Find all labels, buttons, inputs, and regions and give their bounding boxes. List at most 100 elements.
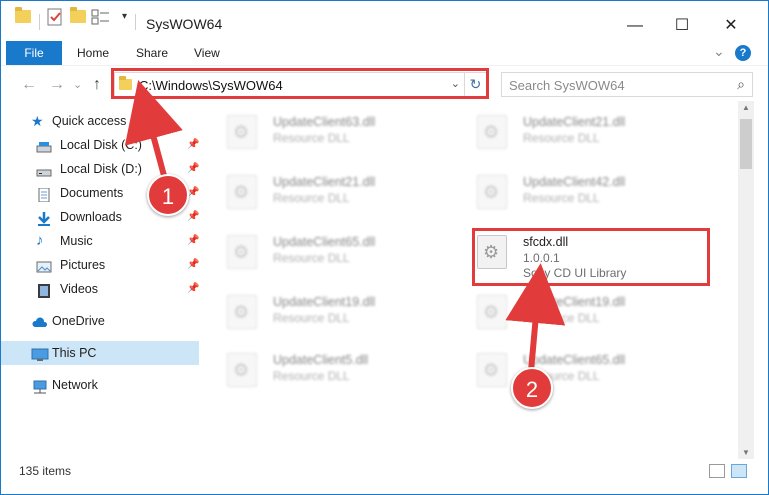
file-name: UpdateClient21.dll	[273, 175, 376, 189]
nav-label: Local Disk (D:)	[60, 162, 142, 176]
nav-quick-access[interactable]: ★ Quick access	[1, 109, 199, 133]
file-item[interactable]: UpdateClient5.dll Resource DLL	[211, 345, 451, 403]
customize-toolbar-icon[interactable]: ▾	[122, 11, 127, 22]
file-item[interactable]: UpdateClient65.dll Resource DLL	[461, 345, 701, 403]
recent-locations-button[interactable]: ⌄	[73, 78, 82, 91]
step-marker-1: 1	[147, 174, 189, 216]
dll-file-icon	[227, 295, 257, 329]
back-button[interactable]: ←	[21, 76, 37, 94]
large-icons-view-icon[interactable]	[731, 464, 747, 478]
help-icon[interactable]: ?	[735, 45, 751, 61]
vertical-scrollbar[interactable]: ▲ ▼	[738, 101, 754, 459]
dll-file-icon	[227, 175, 257, 209]
expand-ribbon-icon[interactable]: ⌄	[713, 43, 725, 60]
search-placeholder: Search SysWOW64	[509, 78, 625, 93]
view-options-icon[interactable]	[91, 9, 111, 25]
tab-view[interactable]: View	[182, 41, 232, 65]
dll-file-icon	[477, 175, 507, 209]
search-input[interactable]: Search SysWOW64 ⌕	[501, 72, 753, 97]
nav-item-videos[interactable]: Videos 📌	[1, 277, 199, 301]
dll-file-icon	[227, 235, 257, 269]
file-item[interactable]: UpdateClient21.dll Resource DLL	[461, 107, 701, 165]
nav-onedrive[interactable]: OneDrive	[1, 309, 199, 333]
file-type: Resource DLL	[523, 191, 600, 205]
nav-label: Pictures	[60, 258, 106, 272]
nav-label: Network	[52, 378, 98, 392]
nav-item-local-disk-c[interactable]: Local Disk (C:) 📌	[1, 133, 199, 157]
item-count: 135 items	[19, 464, 72, 478]
tab-share[interactable]: Share	[124, 41, 180, 65]
search-icon[interactable]: ⌕	[737, 76, 745, 93]
nav-label: OneDrive	[52, 314, 105, 328]
cloud-icon	[31, 314, 48, 328]
downloads-icon	[36, 210, 52, 226]
nav-label: Downloads	[60, 210, 122, 224]
file-item[interactable]: UpdateClient19.dll Resource DLL	[461, 287, 701, 345]
pin-icon[interactable]: 📌	[187, 205, 199, 229]
nav-label: This PC	[52, 346, 97, 360]
explorer-window: ▾ SysWOW64 — ☐ ✕ File Home Share View ⌄ …	[0, 0, 769, 495]
up-button[interactable]: ↑	[93, 76, 101, 94]
file-name: UpdateClient5.dll	[273, 353, 369, 367]
status-bar: 135 items	[1, 461, 768, 481]
file-item[interactable]: UpdateClient19.dll Resource DLL	[211, 287, 451, 345]
window-title: SysWOW64	[146, 16, 223, 32]
file-item[interactable]: UpdateClient21.dll Resource DLL	[211, 167, 451, 225]
nav-label: Documents	[60, 186, 124, 200]
scroll-down-icon[interactable]: ▼	[738, 448, 754, 457]
file-name: UpdateClient19.dll	[273, 295, 376, 309]
nav-item-music[interactable]: ♪ Music 📌	[1, 229, 199, 253]
file-name: UpdateClient42.dll	[523, 175, 626, 189]
scrollbar-thumb[interactable]	[740, 119, 752, 169]
ribbon-tabs: File Home Share View ⌄ ?	[1, 41, 768, 99]
pictures-icon	[36, 258, 52, 273]
folder-icon	[15, 7, 31, 23]
file-name: UpdateClient63.dll	[273, 115, 376, 129]
documents-icon	[36, 186, 52, 203]
file-type: Resource DLL	[273, 191, 350, 205]
dll-file-icon	[477, 353, 507, 387]
pin-icon[interactable]: 📌	[187, 133, 199, 157]
star-icon: ★	[31, 113, 44, 129]
nav-label: Videos	[60, 282, 98, 296]
close-button[interactable]: ✕	[708, 11, 754, 41]
forward-button[interactable]: →	[49, 76, 65, 94]
pin-icon[interactable]: 📌	[187, 277, 199, 301]
file-type: Resource DLL	[273, 131, 350, 145]
pin-icon[interactable]: 📌	[187, 157, 199, 181]
file-name: UpdateClient21.dll	[523, 115, 626, 129]
title-bar: ▾ SysWOW64 — ☐ ✕	[1, 1, 768, 41]
nav-this-pc[interactable]: This PC	[1, 341, 199, 365]
navigation-pane: ★ Quick access Local Disk (C:) 📌 Local D…	[1, 101, 201, 461]
file-item[interactable]: UpdateClient42.dll Resource DLL	[461, 167, 701, 225]
details-view-icon[interactable]	[709, 464, 725, 478]
drive-icon	[36, 138, 52, 153]
dll-file-icon	[227, 353, 257, 387]
file-type: Resource DLL	[523, 131, 600, 145]
dll-file-icon	[477, 115, 507, 149]
new-folder-icon[interactable]	[70, 7, 86, 23]
pin-icon[interactable]: 📌	[187, 253, 199, 277]
network-icon	[31, 378, 47, 394]
file-name: UpdateClient65.dll	[523, 353, 626, 367]
maximize-button[interactable]: ☐	[659, 11, 705, 41]
dll-file-icon	[227, 115, 257, 149]
file-item[interactable]: UpdateClient65.dll Resource DLL	[211, 227, 451, 285]
scroll-up-icon[interactable]: ▲	[738, 103, 754, 112]
dll-file-icon	[477, 295, 507, 329]
nav-item-pictures[interactable]: Pictures 📌	[1, 253, 199, 277]
divider	[39, 14, 40, 30]
minimize-button[interactable]: —	[612, 11, 658, 41]
file-item[interactable]: UpdateClient63.dll Resource DLL	[211, 107, 451, 165]
computer-icon	[31, 346, 49, 361]
nav-network[interactable]: Network	[1, 373, 199, 397]
file-highlight-box	[472, 228, 710, 286]
file-type: Resource DLL	[273, 369, 350, 383]
pin-icon[interactable]: 📌	[187, 229, 199, 253]
divider	[135, 14, 136, 30]
properties-icon[interactable]	[46, 7, 64, 27]
nav-label: Music	[60, 234, 93, 248]
drive-icon	[36, 162, 52, 177]
tab-home[interactable]: Home	[65, 41, 121, 65]
music-icon: ♪	[36, 232, 44, 249]
